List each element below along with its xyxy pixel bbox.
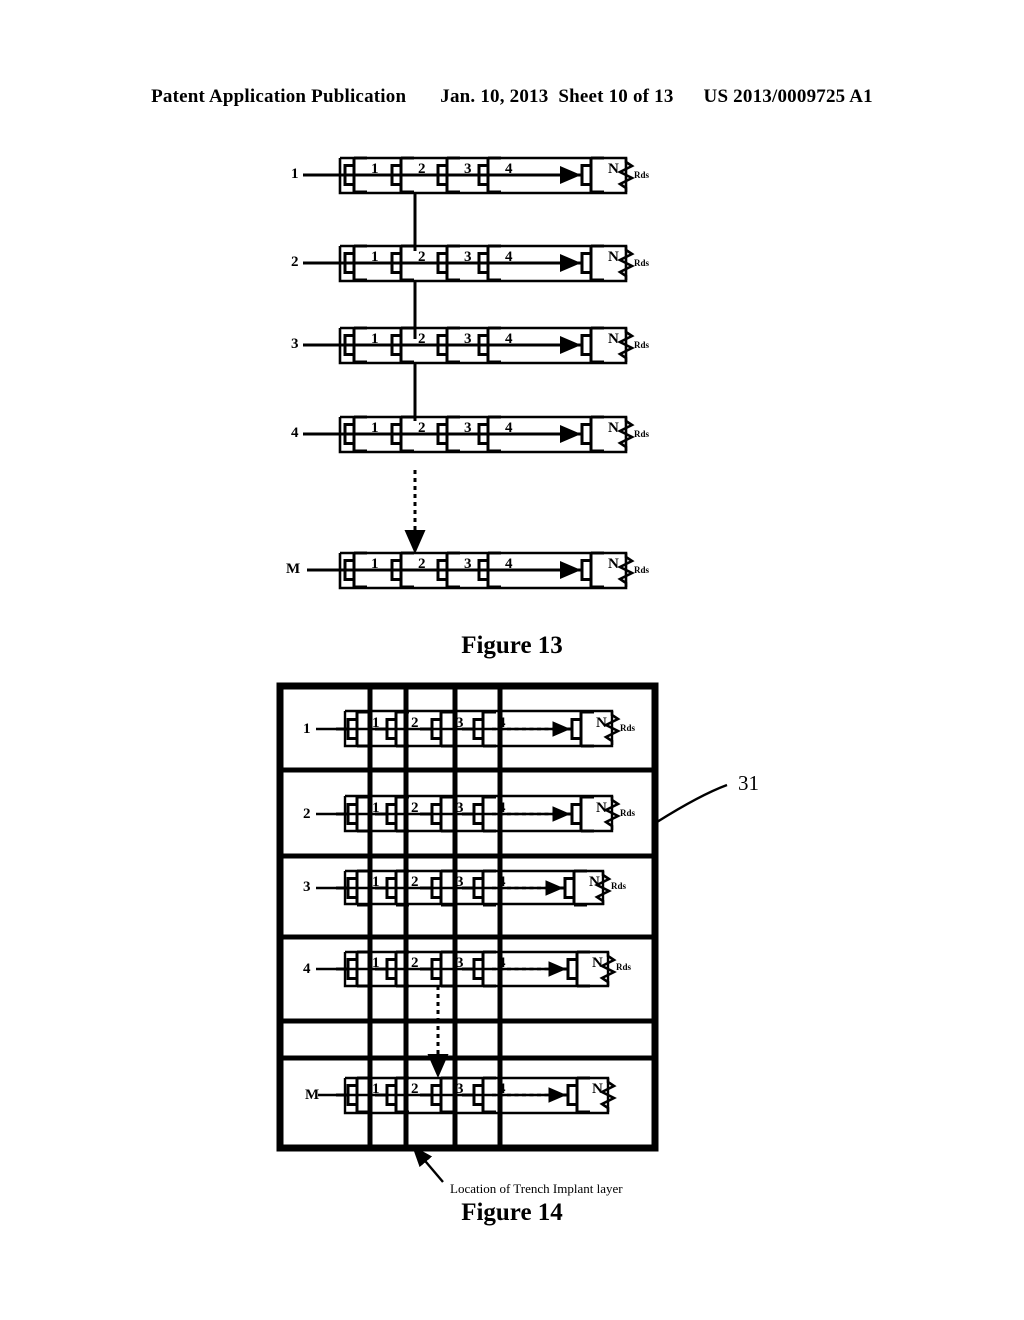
fig13-row-label-1: 1 [291,166,299,182]
figure-14: 1 1 2 3 4 N Rds 2 1 2 3 4 N Rds 3 1 2 3 … [276,682,759,1196]
fig13-resistor-label-2: Rds [634,258,650,268]
fig14-transistor-label-N-1: N [596,715,607,731]
fig14-resistor-label-4: Rds [616,962,632,972]
fig14-row-M: M 1 2 3 4 N [305,1076,616,1115]
fig13-resistor-3 [618,326,634,364]
fig14-transistor-label-2a: 2 [411,715,419,731]
fig13-transistor-label-N-1: N [608,161,619,177]
fig14-transistor-label-2e: 2 [411,1081,419,1097]
fig13-transistor-label-2d: 2 [418,420,426,436]
fig14-resistor-5 [600,1076,616,1114]
figure-13: 1 1 2 3 4 N Rds 2 1 2 3 4 N Rds 3 1 2 3 … [286,156,650,590]
fig13-resistor-label-5: Rds [634,565,650,575]
fig13-transistor-label-N-4: N [608,420,619,436]
figure-14-caption: Figure 14 [461,1199,563,1226]
fig14-resistor-1 [604,709,620,747]
fig14-reference-leader [656,783,728,824]
fig14-transistor-label-N-3: N [589,874,600,890]
fig14-row-4: 4 1 2 3 4 N Rds [303,950,632,988]
fig13-transistor-label-2: 2 [418,161,426,177]
fig14-row-2: 2 1 2 3 4 N Rds [303,794,636,833]
fig14-reference-numeral: 31 [738,771,759,795]
fig14-resistor-4 [600,950,616,988]
fig14-row-3: 3 1 2 3 4 N Rds [303,869,627,907]
fig13-resistor-1 [618,156,634,194]
fig14-transistor-label-2c: 2 [411,874,419,890]
fig13-row-1: 1 1 2 3 4 N Rds [291,156,650,251]
fig14-trench-annotation-arrow [411,1145,444,1183]
fig13-resistor-2 [618,244,634,282]
fig13-resistor-4 [618,415,634,453]
fig14-row-label-4: 4 [303,961,311,977]
fig14-transistor-label-N-5: N [592,1081,603,1097]
fig14-resistor-label-3: Rds [611,881,627,891]
fig14-transistor-label-2d: 2 [411,955,419,971]
fig13-resistor-label-4: Rds [634,429,650,439]
fig14-row-1: 1 1 2 3 4 N Rds [303,709,636,748]
fig13-row-label-3: 3 [291,336,299,352]
fig13-row-3: 3 1 2 3 4 N Rds [291,326,650,421]
fig13-transistor-label-N-3: N [608,331,619,347]
fig13-row-label-4: 4 [291,425,299,441]
fig13-transistor-label-2e: 2 [418,556,426,572]
fig14-resistor-label-1: Rds [620,723,636,733]
fig13-transistor-label-1e: 1 [371,556,379,572]
fig13-transistor-label-1b: 1 [371,249,379,265]
fig13-transistor-label-1d: 1 [371,420,379,436]
fig14-row-label-2: 2 [303,806,311,822]
fig14-resistor-label-2: Rds [620,808,636,818]
fig14-transistor-label-N-2: N [596,800,607,816]
fig13-resistor-label-1: Rds [634,170,650,180]
drawing-canvas: 1 1 2 3 4 N Rds 2 1 2 3 4 N Rds 3 1 2 3 … [276,156,759,1196]
fig13-resistor-label-3: Rds [634,340,650,350]
fig13-transistor-label-N-2: N [608,249,619,265]
fig14-row-label-3: 3 [303,879,311,895]
fig13-row-label-M: M [286,561,300,577]
fig13-transistor-label-N-5: N [608,556,619,572]
fig13-row-4: 4 1 2 3 4 N Rds [291,415,650,454]
fig13-row-label-2: 2 [291,254,299,270]
fig13-resistor-5 [618,551,634,589]
fig14-resistor-2 [604,794,620,832]
fig13-row-M: M 1 2 3 4 N Rds [286,551,650,590]
fig14-trench-annotation: Location of Trench Implant layer [450,1181,623,1196]
fig13-transistor-label-1c: 1 [371,331,379,347]
fig14-transistor-label-2b: 2 [411,800,419,816]
patent-drawing-page: Patent Application Publication Jan. 10, 2… [0,0,1024,1320]
figure-13-caption: Figure 13 [461,632,563,659]
fig13-transistor-label-1: 1 [371,161,379,177]
fig14-row-label-M: M [305,1087,319,1103]
fig13-row-2: 2 1 2 3 4 N Rds [291,244,650,339]
fig14-transistor-label-N-4: N [592,955,603,971]
fig13-transistor-label-2c: 2 [418,331,426,347]
fig13-transistor-label-2b: 2 [418,249,426,265]
fig14-row-label-1: 1 [303,721,311,737]
